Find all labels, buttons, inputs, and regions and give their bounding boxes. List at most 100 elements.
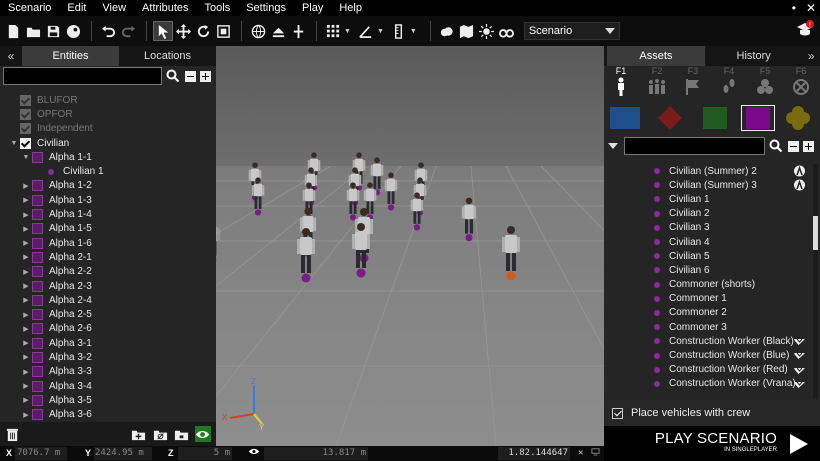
scale-icon[interactable] <box>214 22 232 40</box>
chevron-down-icon[interactable]: ▼ <box>344 28 351 35</box>
category-modules[interactable]: F3 <box>681 66 705 97</box>
chevron-right-icon[interactable]: ▶ <box>22 211 30 219</box>
open-folder-icon[interactable] <box>24 22 42 40</box>
unit-marker[interactable] <box>356 268 366 278</box>
search-icon[interactable] <box>165 68 181 84</box>
menu-edit[interactable]: Edit <box>59 0 94 16</box>
asset-item[interactable]: Civilian 1 <box>604 192 810 206</box>
category-none[interactable]: F6 <box>789 66 813 97</box>
weather-icon[interactable] <box>438 22 456 40</box>
group-icon[interactable] <box>32 194 43 206</box>
chevron-right-icon[interactable]: ▶ <box>22 353 30 361</box>
asset-item[interactable]: Construction Worker (Red) <box>604 363 810 377</box>
play-scenario-button[interactable]: PLAY SCENARIO IN SINGLEPLAYER <box>604 426 820 461</box>
group-icon[interactable] <box>32 394 43 406</box>
collapse-left-icon[interactable]: « <box>0 49 22 63</box>
collapse-all-icon[interactable] <box>788 140 799 152</box>
group-icon[interactable] <box>32 351 43 363</box>
asset-item[interactable]: Commoner (shorts) <box>604 278 810 292</box>
vertical-mode-icon[interactable] <box>289 22 307 40</box>
new-file-icon[interactable] <box>4 22 22 40</box>
collapse-all-icon[interactable] <box>185 70 196 82</box>
unit-marker[interactable] <box>301 273 311 283</box>
place-with-crew-checkbox[interactable] <box>612 407 623 419</box>
search-icon[interactable] <box>768 138 784 154</box>
chevron-right-icon[interactable]: ▶ <box>22 268 30 276</box>
tree-item[interactable]: ▶ Alpha 2-3 <box>0 279 216 293</box>
tree-item[interactable]: BLUFOR <box>0 93 216 107</box>
sun-icon[interactable] <box>478 22 496 40</box>
chevron-right-icon[interactable]: ▶ <box>22 225 30 233</box>
side-checkbox[interactable] <box>20 108 31 120</box>
side-checkbox[interactable] <box>20 137 31 149</box>
chevron-down-icon[interactable]: ▼ <box>10 140 18 147</box>
group-icon[interactable] <box>32 337 43 349</box>
assets-search-input[interactable] <box>624 137 765 155</box>
side-opfor-swatch[interactable] <box>654 106 686 130</box>
chevron-right-icon[interactable]: ▶ <box>22 382 30 390</box>
tree-item[interactable]: ▶ Alpha 3-4 <box>0 379 216 393</box>
trash-icon[interactable] <box>4 426 20 442</box>
tab-entities[interactable]: Entities <box>22 46 119 66</box>
chevron-down-icon[interactable]: ▼ <box>410 28 417 35</box>
hide-folder-icon[interactable] <box>152 426 168 442</box>
chevron-down-icon[interactable] <box>608 143 618 149</box>
menu-play[interactable]: Play <box>294 0 331 16</box>
side-checkbox[interactable] <box>20 94 31 106</box>
group-icon[interactable] <box>32 209 43 221</box>
binoculars-icon[interactable] <box>498 22 516 40</box>
group-icon[interactable] <box>32 151 43 163</box>
unit-marker[interactable] <box>387 204 395 211</box>
asset-item[interactable]: Civilian (Summer) 3 <box>604 178 810 192</box>
side-blufor-swatch[interactable] <box>609 106 641 130</box>
grid-icon[interactable] <box>324 22 342 40</box>
tree-item[interactable]: ▼ Alpha 1-1 <box>0 150 216 164</box>
close-icon[interactable]: ✕ <box>578 447 588 460</box>
3d-viewport[interactable]: Z X Y <box>216 46 604 446</box>
menu-tools[interactable]: Tools <box>197 0 239 16</box>
tree-item[interactable]: ▶ Alpha 1-4 <box>0 207 216 221</box>
add-folder-icon[interactable] <box>130 426 146 442</box>
unit-marker[interactable] <box>254 209 262 216</box>
chevron-right-icon[interactable]: ▶ <box>22 325 30 333</box>
editor-mode-select[interactable]: Scenario <box>523 22 620 40</box>
side-independent-swatch[interactable] <box>699 106 731 130</box>
tab-history[interactable]: History <box>705 46 803 66</box>
expand-all-icon[interactable] <box>803 140 814 152</box>
menu-help[interactable]: Help <box>331 0 370 16</box>
chevron-right-icon[interactable]: ▶ <box>22 182 30 190</box>
close-icon[interactable]: ✕ <box>806 0 816 16</box>
asset-list-scrollbar[interactable] <box>813 164 818 398</box>
tree-item[interactable]: ▶ Alpha 2-2 <box>0 265 216 279</box>
notification-icon[interactable]: ! <box>796 20 814 40</box>
collapse-right-icon[interactable]: » <box>803 49 820 63</box>
unit-marker[interactable] <box>465 234 473 242</box>
tree-item[interactable]: ▶ Alpha 1-6 <box>0 236 216 250</box>
chevron-right-icon[interactable]: ▶ <box>22 196 30 204</box>
undo-icon[interactable] <box>99 22 117 40</box>
category-units[interactable]: F1 <box>609 66 633 97</box>
translate-icon[interactable] <box>174 22 192 40</box>
map-icon[interactable] <box>458 22 476 40</box>
menu-view[interactable]: View <box>94 0 134 16</box>
asset-item[interactable]: Civilian 6 <box>604 263 810 277</box>
tree-item[interactable]: ▶ Alpha 1-3 <box>0 193 216 207</box>
asset-item[interactable]: Civilian 3 <box>604 221 810 235</box>
tree-item[interactable]: ▶ Alpha 2-4 <box>0 293 216 307</box>
chevron-right-icon[interactable]: ▶ <box>22 368 30 376</box>
asset-item[interactable]: Commoner 1 <box>604 292 810 306</box>
group-icon[interactable] <box>32 309 43 321</box>
save-icon[interactable] <box>44 22 62 40</box>
group-icon[interactable] <box>32 237 43 249</box>
asset-item[interactable]: Civilian (Summer) 2 <box>604 164 810 178</box>
asset-item[interactable]: Civilian 4 <box>604 235 810 249</box>
tree-item[interactable]: ▶ Alpha 3-5 <box>0 393 216 407</box>
tab-assets[interactable]: Assets <box>607 46 705 66</box>
chevron-right-icon[interactable]: ▶ <box>22 239 30 247</box>
chevron-right-icon[interactable]: ▶ <box>22 282 30 290</box>
chevron-right-icon[interactable]: ▶ <box>22 311 30 319</box>
asset-item[interactable]: Construction Worker (Blue) <box>604 348 810 362</box>
tree-item[interactable]: ▼ Civilian <box>0 136 216 150</box>
unit-marker[interactable] <box>506 271 516 281</box>
entities-search-input[interactable] <box>3 67 162 85</box>
